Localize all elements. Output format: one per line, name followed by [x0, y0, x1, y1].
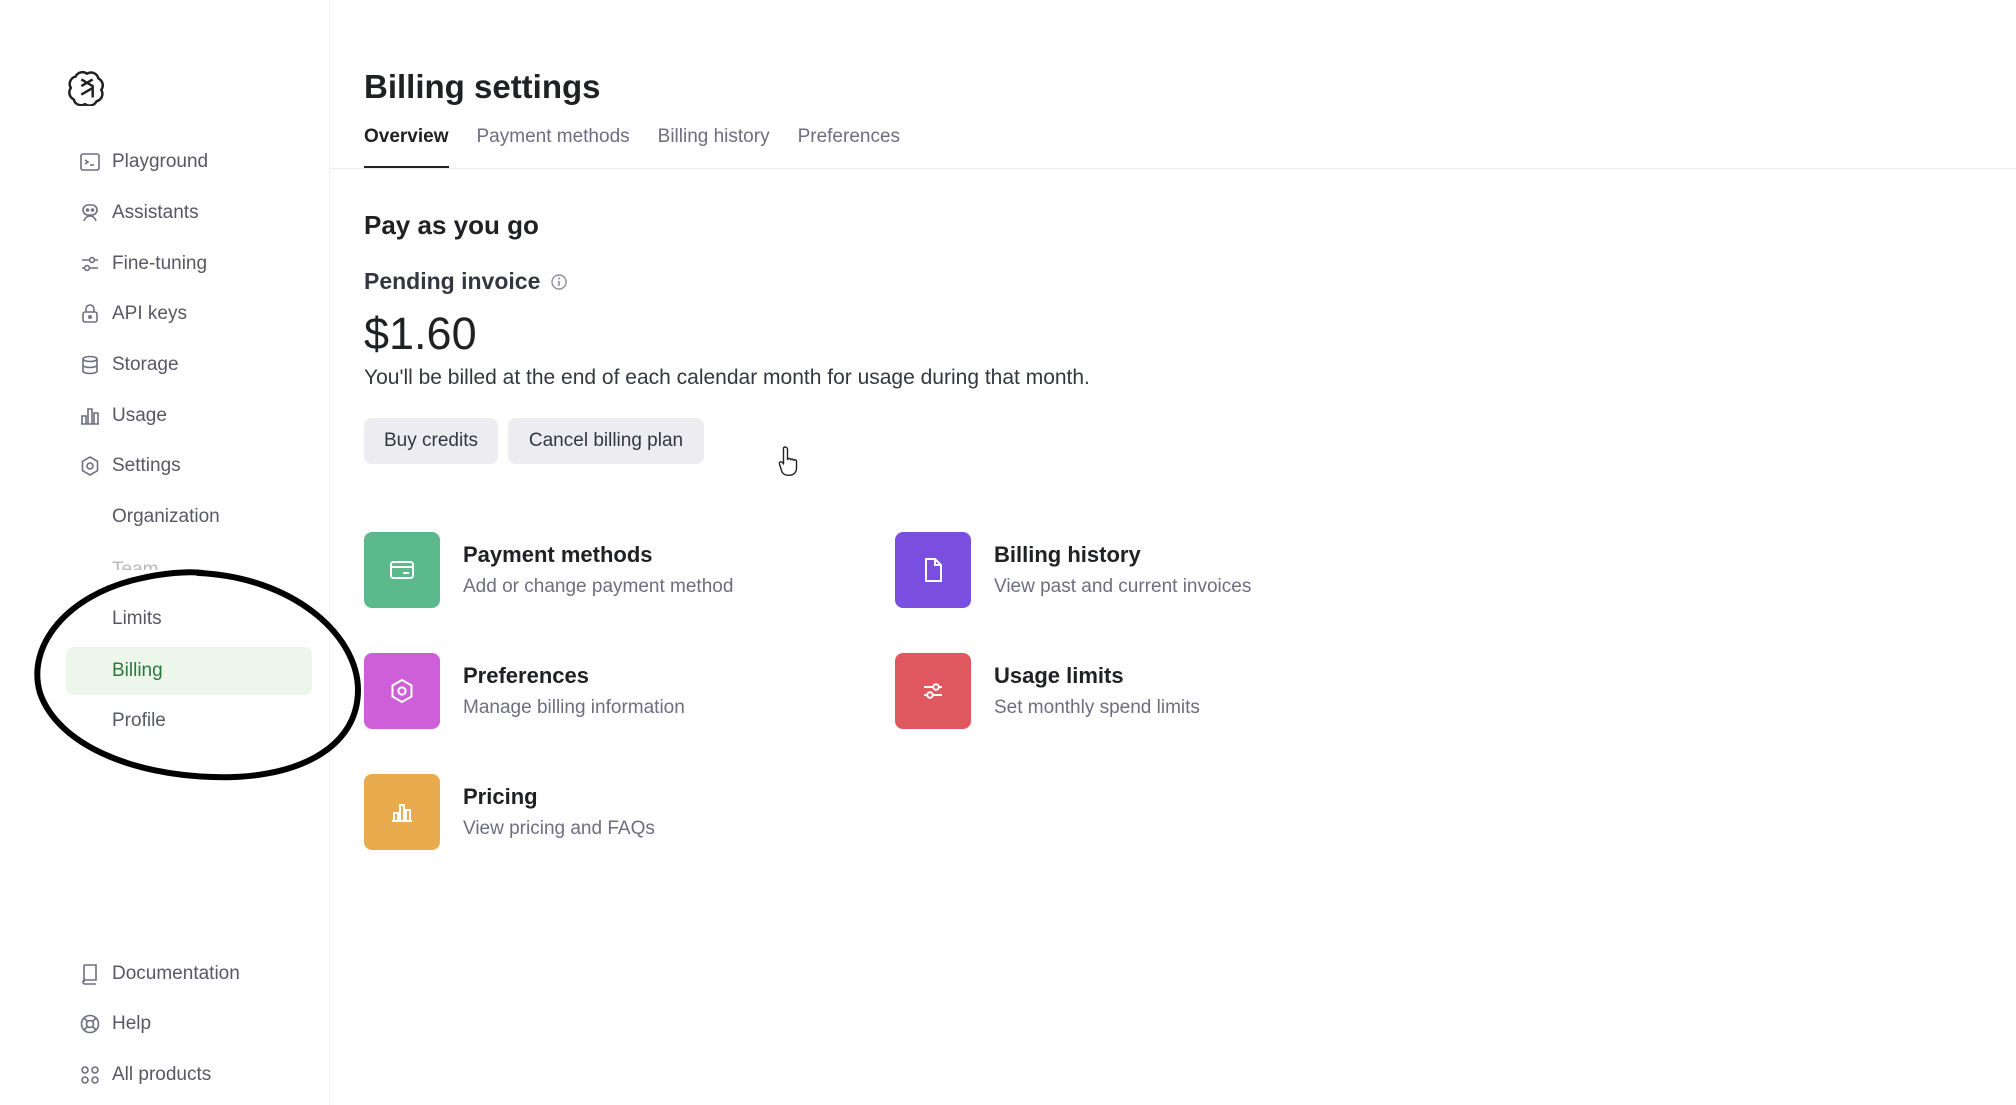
- card-billing-history[interactable]: Billing history View past and current in…: [895, 530, 1375, 610]
- sidebar-item-playground[interactable]: Playground: [66, 138, 312, 186]
- sidebar-item-help[interactable]: Help: [66, 1000, 312, 1048]
- sidebar-item-label: Settings: [112, 455, 181, 476]
- card-title: Preferences: [463, 663, 589, 688]
- lifebuoy-icon: [70, 1000, 110, 1048]
- card-payment-methods[interactable]: Payment methods Add or change payment me…: [364, 530, 844, 610]
- main-content: Billing settings Overview Payment method…: [330, 0, 2016, 1105]
- sidebar-item-label: All products: [112, 1064, 212, 1085]
- sidebar-item-settings[interactable]: Settings: [66, 442, 312, 490]
- sidebar-item-label: Playground: [112, 151, 209, 172]
- page-title: Billing settings: [364, 68, 601, 105]
- pending-invoice-label: Pending invoice: [364, 268, 541, 294]
- lock-icon: [70, 290, 110, 338]
- sidebar-item-label: Storage: [112, 354, 179, 375]
- database-icon: [70, 341, 110, 389]
- sidebar-item-label: API keys: [112, 303, 187, 324]
- sliders-icon: [895, 653, 971, 729]
- sidebar-item-label: Fine-tuning: [112, 253, 208, 274]
- card-title: Usage limits: [994, 663, 1124, 688]
- gear-icon: [364, 653, 440, 729]
- card-subtitle: View pricing and FAQs: [463, 818, 655, 839]
- sidebar-item-assistants[interactable]: Assistants: [66, 189, 312, 237]
- divider: [330, 168, 2016, 169]
- cancel-billing-plan-button[interactable]: Cancel billing plan: [508, 418, 704, 464]
- hand-cursor-icon: [778, 446, 798, 476]
- sidebar-item-label: Usage: [112, 405, 167, 426]
- bar-chart-icon: [70, 392, 110, 440]
- card-subtitle: View past and current invoices: [994, 576, 1252, 597]
- tab-billing-history[interactable]: Billing history: [658, 122, 770, 168]
- credit-card-icon: [364, 532, 440, 608]
- sidebar-item-all-products[interactable]: All products: [66, 1051, 312, 1099]
- sidebar-item-label: Limits: [112, 608, 162, 629]
- terminal-icon: [70, 138, 110, 186]
- document-icon: [895, 532, 971, 608]
- sidebar-item-label: Billing: [112, 660, 163, 681]
- card-preferences[interactable]: Preferences Manage billing information: [364, 651, 844, 731]
- sidebar-item-label: Team: [112, 559, 159, 570]
- sidebar-item-label: Help: [112, 1013, 152, 1034]
- card-subtitle: Set monthly spend limits: [994, 697, 1200, 718]
- tab-preferences[interactable]: Preferences: [798, 122, 900, 168]
- sidebar-item-storage[interactable]: Storage: [66, 341, 312, 389]
- pending-amount: $1.60: [364, 308, 477, 359]
- sidebar-item-label: Organization: [112, 506, 220, 527]
- billing-note: You'll be billed at the end of each cale…: [364, 366, 1090, 389]
- sidebar-item-documentation[interactable]: Documentation: [66, 950, 312, 998]
- sidebar-item-label: Profile: [112, 710, 166, 731]
- card-pricing[interactable]: Pricing View pricing and FAQs: [364, 772, 844, 852]
- sidebar-item-label: Documentation: [112, 963, 240, 984]
- sidebar-item-team[interactable]: Team: [66, 544, 312, 570]
- tab-payment-methods[interactable]: Payment methods: [477, 122, 630, 168]
- sidebar-item-usage[interactable]: Usage: [66, 392, 312, 440]
- sidebar-item-billing[interactable]: Billing: [66, 647, 312, 695]
- tab-overview[interactable]: Overview: [364, 122, 449, 168]
- card-usage-limits[interactable]: Usage limits Set monthly spend limits: [895, 651, 1375, 731]
- bar-chart-icon: [364, 774, 440, 850]
- card-subtitle: Manage billing information: [463, 697, 685, 718]
- sidebar-item-profile[interactable]: Profile: [66, 697, 312, 745]
- openai-logo-icon[interactable]: [68, 68, 106, 106]
- card-subtitle: Add or change payment method: [463, 576, 734, 597]
- buy-credits-button[interactable]: Buy credits: [364, 418, 498, 464]
- card-title: Billing history: [994, 542, 1141, 567]
- pending-invoice: Pending invoice: [364, 268, 568, 295]
- info-icon[interactable]: [550, 273, 568, 291]
- tab-bar: Overview Payment methods Billing history…: [364, 122, 928, 168]
- sidebar: Playground Assistants Fine-tuning API ke…: [0, 0, 330, 1105]
- book-icon: [70, 950, 110, 998]
- sidebar-item-api-keys[interactable]: API keys: [66, 290, 312, 338]
- card-title: Payment methods: [463, 542, 653, 567]
- card-title: Pricing: [463, 784, 538, 809]
- plan-title: Pay as you go: [364, 210, 539, 240]
- sidebar-item-fine-tuning[interactable]: Fine-tuning: [66, 240, 312, 288]
- gear-icon: [70, 442, 110, 490]
- sidebar-item-limits[interactable]: Limits: [66, 595, 312, 643]
- assistant-icon: [70, 189, 110, 237]
- sidebar-item-label: Assistants: [112, 202, 199, 223]
- grid-icon: [70, 1051, 110, 1099]
- sidebar-item-organization[interactable]: Organization: [66, 493, 312, 541]
- sliders-icon: [70, 240, 110, 288]
